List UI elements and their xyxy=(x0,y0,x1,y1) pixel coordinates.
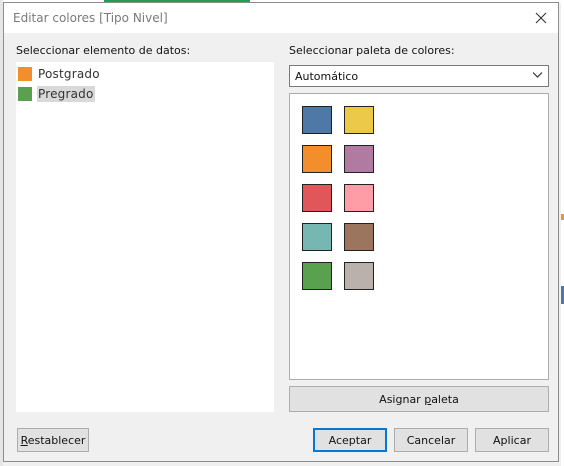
assign-palette-label: Asignar paleta xyxy=(379,392,459,406)
palette-swatch[interactable] xyxy=(344,106,374,134)
list-item-postgrado[interactable]: Postgrado xyxy=(18,65,103,83)
list-item-label: Pregrado xyxy=(37,86,95,102)
color-swatch xyxy=(18,67,32,81)
list-item-pregrado[interactable]: Pregrado xyxy=(18,85,97,103)
list-item-label: Postgrado xyxy=(38,67,100,81)
palette-swatch[interactable] xyxy=(302,184,332,212)
data-items-list[interactable]: Postgrado Pregrado xyxy=(16,62,274,412)
palette-label: Seleccionar paleta de colores: xyxy=(289,44,455,57)
apply-button[interactable]: Aplicar xyxy=(475,428,549,452)
edit-colors-dialog: Editar colores [Tipo Nivel] Seleccionar … xyxy=(3,2,559,462)
cancel-button[interactable]: Cancelar xyxy=(394,428,468,452)
title-bar: Editar colores [Tipo Nivel] xyxy=(4,3,558,33)
palette-swatch[interactable] xyxy=(302,223,332,251)
palette-swatch[interactable] xyxy=(344,184,374,212)
reset-button[interactable]: Restablecer xyxy=(17,428,89,452)
reset-label: Restablecer xyxy=(20,433,86,447)
chevron-down-icon xyxy=(532,72,543,78)
color-swatch xyxy=(18,87,32,101)
close-button[interactable] xyxy=(528,5,554,31)
palette-select[interactable]: Automático xyxy=(289,65,549,87)
accept-button[interactable]: Aceptar xyxy=(313,428,387,452)
data-items-label: Seleccionar elemento de datos: xyxy=(16,44,191,57)
dialog-title: Editar colores [Tipo Nivel] xyxy=(13,11,168,25)
palette-swatch[interactable] xyxy=(302,106,332,134)
palette-swatch-grid xyxy=(289,93,549,380)
palette-swatch[interactable] xyxy=(302,145,332,173)
assign-palette-button[interactable]: Asignar paleta xyxy=(289,386,549,412)
palette-swatch[interactable] xyxy=(344,262,374,290)
palette-swatch[interactable] xyxy=(302,262,332,290)
palette-swatch[interactable] xyxy=(344,145,374,173)
palette-swatch[interactable] xyxy=(344,223,374,251)
close-icon xyxy=(535,12,547,24)
palette-select-value: Automático xyxy=(295,69,359,83)
